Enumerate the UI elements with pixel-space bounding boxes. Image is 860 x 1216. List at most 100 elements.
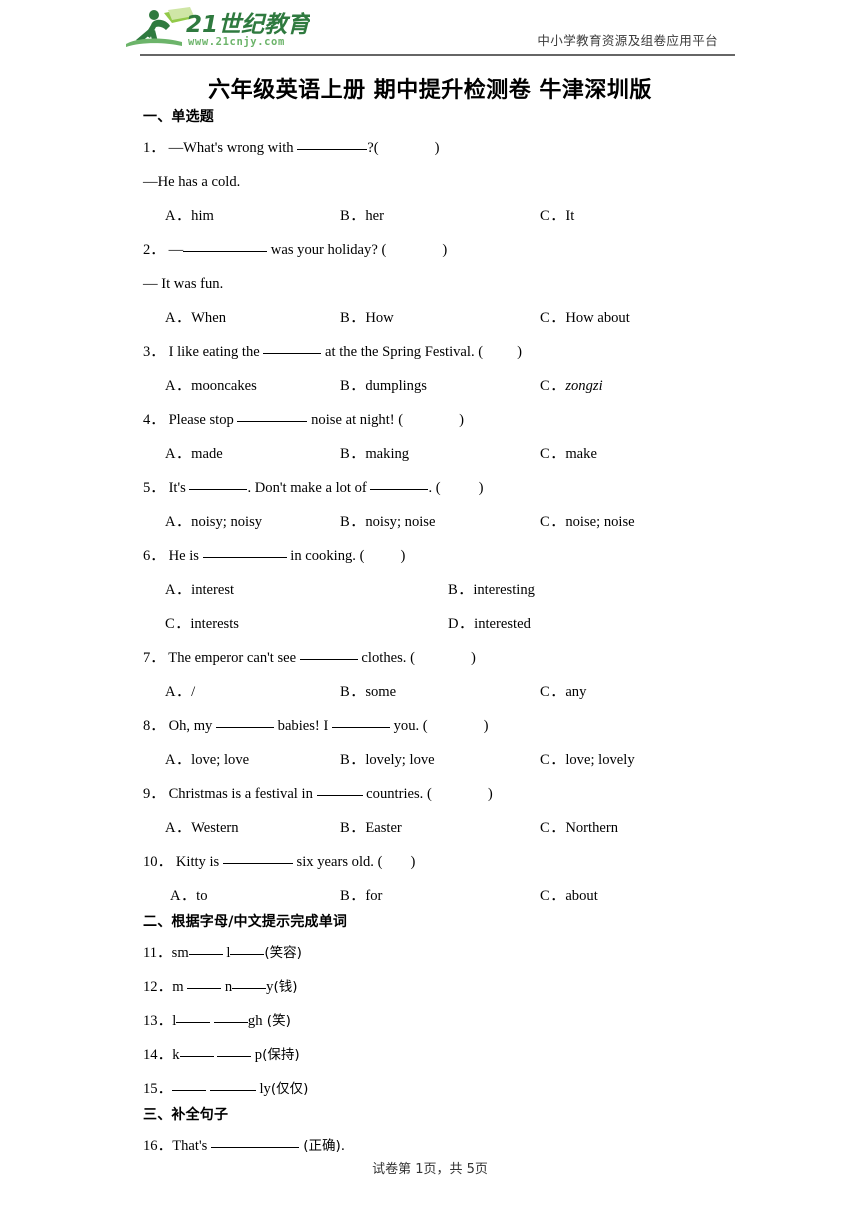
answer-blank-1[interactable] — [176, 1022, 211, 1023]
option-b[interactable]: B．for — [340, 879, 382, 913]
option-a[interactable]: A．to — [170, 879, 208, 913]
stem-text-post: . ( — [428, 480, 441, 496]
question-stem: 5． It's . Don't make a lot of . () — [143, 471, 733, 505]
option-c[interactable]: C．noise; noise — [540, 505, 635, 539]
answer-blank-2[interactable] — [370, 489, 429, 490]
page-title: 六年级英语上册 期中提升检测卷 牛津深圳版 — [208, 77, 652, 103]
stem-text-post: noise at night! ( — [307, 412, 404, 428]
option-c[interactable]: C．interests — [165, 607, 239, 641]
stem-text-post: you. ( — [389, 718, 428, 734]
answer-blank-1[interactable] — [187, 988, 222, 989]
item-hint: (保持) — [262, 1047, 300, 1063]
question-stem: 2． — was your holiday? () — [143, 233, 733, 267]
stem-close: ) — [483, 718, 489, 734]
answer-blank-1[interactable] — [189, 489, 248, 490]
item-text: k — [172, 1047, 180, 1063]
question-stem: 9． Christmas is a festival in countries.… — [143, 777, 733, 811]
word-item-11: 11．sm l (笑容) — [143, 936, 733, 970]
word-item-15: 15． ly(仅仅) — [143, 1072, 733, 1106]
answer-blank[interactable] — [237, 421, 308, 422]
answer-blank[interactable] — [222, 863, 293, 864]
stem-text-post: was your holiday? ( — [267, 242, 387, 258]
option-a[interactable]: A．mooncakes — [165, 369, 257, 403]
option-b[interactable]: B．her — [340, 199, 384, 233]
stem-text: Oh, my — [168, 718, 216, 734]
option-a[interactable]: A．Western — [165, 811, 239, 845]
item-number: 15． — [143, 1081, 173, 1097]
option-b[interactable]: B．How — [340, 301, 394, 335]
stem-text-post: six years old. ( — [292, 854, 383, 870]
answer-blank[interactable] — [263, 353, 322, 354]
answer-blank[interactable] — [297, 149, 368, 150]
stem-text-post: clothes. ( — [357, 650, 415, 666]
question-stem: 1． —What's wrong with ?() — [143, 131, 733, 165]
answer-blank[interactable] — [202, 557, 287, 558]
option-a[interactable]: A．made — [165, 437, 223, 471]
option-b[interactable]: B．dumplings — [340, 369, 427, 403]
option-a[interactable]: A．him — [165, 199, 214, 233]
answer-blank[interactable] — [316, 795, 363, 796]
answer-blank-2[interactable] — [230, 954, 265, 955]
answer-blank-1[interactable] — [188, 954, 223, 955]
option-a[interactable]: A．love; love — [165, 743, 249, 777]
option-b[interactable]: B．making — [340, 437, 409, 471]
question-4: 4． Please stop noise at night! () A．made… — [143, 403, 733, 471]
question-number: 2． — [143, 242, 165, 258]
option-d[interactable]: D．interested — [448, 607, 531, 641]
question-options-row-2: C．interests D．interested — [143, 607, 733, 641]
option-c[interactable]: C．zongzi — [540, 369, 603, 403]
option-b[interactable]: B．interesting — [448, 573, 535, 607]
answer-blank-1[interactable] — [179, 1056, 214, 1057]
stem-text-post: in cooking. ( — [286, 548, 365, 564]
answer-blank-2[interactable] — [331, 727, 390, 728]
option-a[interactable]: A．When — [165, 301, 226, 335]
option-a[interactable]: A．noisy; noisy — [165, 505, 262, 539]
option-b[interactable]: B．Easter — [340, 811, 402, 845]
option-c[interactable]: C．How about — [540, 301, 630, 335]
answer-blank-1[interactable] — [172, 1090, 207, 1091]
question-9: 9． Christmas is a festival in countries.… — [143, 777, 733, 845]
item-number: 13． — [143, 1013, 173, 1029]
stem-close: ) — [410, 854, 416, 870]
item-number: 16． — [143, 1138, 173, 1154]
option-c[interactable]: C．about — [540, 879, 598, 913]
answer-blank-1[interactable] — [216, 727, 274, 728]
answer-blank-2[interactable] — [209, 1090, 256, 1091]
item-text-mid — [214, 1047, 218, 1063]
option-b[interactable]: B．lovely; love — [340, 743, 435, 777]
answer-blank-2[interactable] — [217, 1056, 252, 1057]
answer-blank-2[interactable] — [232, 988, 267, 989]
item-number: 11． — [143, 945, 172, 961]
option-c[interactable]: C．Northern — [540, 811, 618, 845]
site-logo: 21世纪教育 www.21cnjy.com — [124, 6, 310, 50]
question-options: A．/ B．some C．any — [143, 675, 733, 709]
question-stem: 8． Oh, my babies! I you. () — [143, 709, 733, 743]
logo-wordmark: 21世纪教育 — [186, 12, 310, 38]
option-b[interactable]: B．some — [340, 675, 396, 709]
item-hint: (仅仅) — [270, 1081, 309, 1097]
option-a[interactable]: A．interest — [165, 573, 234, 607]
item-text-mid — [206, 1081, 210, 1097]
option-c[interactable]: C．make — [540, 437, 597, 471]
stem-text: Christmas is a festival in — [168, 786, 317, 802]
answer-blank[interactable] — [183, 251, 268, 252]
answer-blank-2[interactable] — [213, 1022, 248, 1023]
option-a[interactable]: A．/ — [165, 675, 195, 709]
item-number: 14． — [143, 1047, 173, 1063]
item-text: That's — [172, 1138, 211, 1154]
word-item-12: 12．m n y(钱) — [143, 970, 733, 1004]
option-c[interactable]: C．any — [540, 675, 586, 709]
option-c[interactable]: C．love; lovely — [540, 743, 635, 777]
item-hint: (笑) — [262, 1013, 291, 1029]
question-stem: 4． Please stop noise at night! () — [143, 403, 733, 437]
question-8: 8． Oh, my babies! I you. () A．love; love… — [143, 709, 733, 777]
option-b[interactable]: B．noisy; noise — [340, 505, 435, 539]
exam-content: 一、单选题 1． —What's wrong with ?() —He has … — [143, 110, 733, 1163]
answer-blank[interactable] — [210, 1147, 299, 1148]
option-c[interactable]: C．It — [540, 199, 574, 233]
question-5: 5． It's . Don't make a lot of . () A．noi… — [143, 471, 733, 539]
page-header: 21世纪教育 www.21cnjy.com 中小学教育资源及组卷应用平台 — [0, 0, 860, 58]
question-second-line: — It was fun. — [143, 276, 224, 292]
item-text-mid: n — [221, 979, 233, 995]
answer-blank[interactable] — [299, 659, 358, 660]
